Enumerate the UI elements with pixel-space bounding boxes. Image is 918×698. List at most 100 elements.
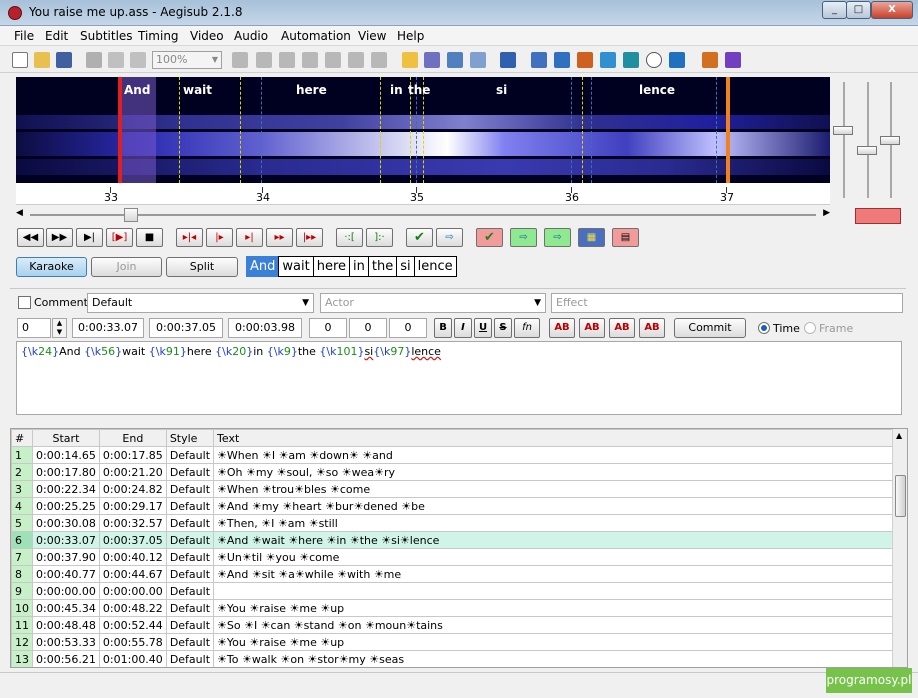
italic-button[interactable]: I — [454, 318, 472, 338]
play-last-button[interactable]: ▸| — [236, 228, 263, 247]
jump-to-icon[interactable] — [86, 52, 102, 68]
menu-file[interactable]: File — [14, 29, 34, 43]
table-row[interactable]: 6 0:00:33.07 0:00:37.05 Default ☀And ☀wait ☀… — [11, 531, 893, 549]
selection-end-marker[interactable] — [726, 77, 730, 183]
style-combo[interactable]: Default ▼ — [87, 293, 314, 313]
subtitle-text-editor[interactable]: {\k24}And {\k56}wait {\k91}here {\k20}in… — [16, 341, 902, 415]
video-zoom-icon[interactable] — [371, 52, 387, 68]
syllable-boundary[interactable] — [179, 77, 180, 183]
medusa-mode-icon[interactable]: ▤ — [612, 228, 639, 247]
play-selection-button[interactable]: ▶| — [76, 228, 103, 247]
kanji-timer-icon[interactable] — [554, 52, 570, 68]
new-file-icon[interactable] — [12, 52, 28, 68]
close-button[interactable]: X — [871, 1, 913, 19]
table-row[interactable]: 2 0:00:17.80 0:00:21.20 Default ☀Oh ☀my ☀sou… — [11, 463, 893, 481]
styles-manager-icon[interactable] — [447, 52, 463, 68]
zoom-combo[interactable]: 100% ▼ — [152, 51, 222, 69]
grid-vertical-scrollbar[interactable]: ▲ — [892, 429, 907, 667]
play-after-button[interactable]: ▸▸ — [266, 228, 293, 247]
menu-help[interactable]: Help — [397, 29, 424, 43]
time-radio[interactable] — [758, 322, 770, 334]
translation-assistant-icon[interactable] — [623, 52, 639, 68]
zoom-in-icon[interactable] — [108, 52, 124, 68]
link-volume-button[interactable] — [855, 208, 901, 224]
margin-vertical-field[interactable]: 0 — [389, 318, 427, 338]
table-row[interactable]: 11 0:00:48.48 0:00:52.44 Default ☀So ☀I ☀can… — [11, 616, 893, 634]
save-file-icon[interactable] — [56, 52, 72, 68]
menu-view[interactable]: View — [358, 29, 386, 43]
table-row[interactable]: 9 0:00:00.00 0:00:00.00 Default — [11, 582, 893, 600]
audio-horizontal-scroll[interactable]: ◀ ▶ — [16, 208, 830, 222]
attachments-icon[interactable] — [500, 52, 516, 68]
auto-next-icon[interactable]: ⇨ — [510, 228, 537, 247]
commit-check-icon[interactable]: ✔ — [406, 228, 433, 247]
karaoke-syllable[interactable]: in — [349, 256, 369, 277]
next-line-button[interactable]: ▶▶ — [46, 228, 73, 247]
minimize-button[interactable]: _ — [822, 1, 847, 19]
menu-timing[interactable]: Timing — [138, 29, 179, 43]
margin-right-field[interactable]: 0 — [349, 318, 387, 338]
vertical-zoom-thumb[interactable] — [833, 126, 853, 135]
karaoke-syllable[interactable]: the — [367, 256, 398, 277]
menu-video[interactable]: Video — [190, 29, 224, 43]
table-row[interactable]: 8 0:00:40.77 0:00:44.67 Default ☀And ☀sit ☀a… — [11, 565, 893, 583]
font-button[interactable]: fn — [514, 318, 540, 338]
column-header-style[interactable]: Style — [165, 429, 215, 447]
layer-field[interactable]: 0 — [17, 318, 51, 338]
scroll-up-icon[interactable]: ▲ — [896, 431, 902, 440]
automation-icon[interactable] — [702, 52, 718, 68]
table-row[interactable]: 1 0:00:14.65 0:00:17.85 Default ☀When ☀I ☀am… — [11, 446, 893, 464]
play-first-button[interactable]: |▸ — [206, 228, 233, 247]
shift-times-icon[interactable] — [577, 52, 593, 68]
karaoke-syllable[interactable]: wait — [278, 256, 314, 277]
zoom-out-icon[interactable] — [130, 52, 146, 68]
margin-left-field[interactable]: 0 — [309, 318, 347, 338]
split-button[interactable]: Split — [166, 257, 238, 277]
vertical-zoom-slider[interactable] — [843, 82, 845, 198]
properties-icon[interactable] — [470, 52, 486, 68]
previous-line-button[interactable]: ◀◀ — [17, 228, 44, 247]
shadow-color-button[interactable]: AB — [639, 318, 665, 338]
primary-color-button[interactable]: AB — [549, 318, 575, 338]
join-button[interactable]: Join — [91, 257, 162, 277]
start-time-field[interactable]: 0:00:33.07 — [72, 318, 144, 338]
karaoke-syllable[interactable]: lence — [413, 256, 457, 277]
auto-scroll-icon[interactable]: ⇨ — [544, 228, 571, 247]
menu-subtitles[interactable]: Subtitles — [80, 29, 133, 43]
frame-radio[interactable] — [804, 322, 816, 334]
spin-up-icon[interactable]: ▲ — [57, 319, 62, 327]
syllable-boundary[interactable] — [380, 77, 381, 183]
underline-button[interactable]: U — [474, 318, 492, 338]
column-header-end[interactable]: End — [98, 429, 167, 447]
actor-combo[interactable]: Actor ▼ — [320, 293, 546, 313]
syllable-boundary[interactable] — [582, 77, 583, 183]
spectrum-mode-icon[interactable]: ▦ — [578, 228, 605, 247]
selection-start-marker[interactable] — [118, 77, 122, 183]
column-header-text[interactable]: Text — [213, 429, 893, 447]
karaoke-syllable[interactable]: si — [396, 256, 415, 277]
open-file-icon[interactable] — [34, 52, 50, 68]
strikeout-button[interactable]: S — [494, 318, 512, 338]
karaoke-syllable[interactable]: And — [246, 256, 280, 277]
play-to-end-button[interactable]: |▸▸ — [296, 228, 323, 247]
snap-end-icon[interactable] — [302, 52, 318, 68]
effect-field[interactable]: Effect — [551, 293, 903, 313]
table-row[interactable]: 12 0:00:53.33 0:00:55.78 Default ☀You ☀raise… — [11, 633, 893, 651]
auto-commit-icon[interactable]: ✔ — [476, 228, 503, 247]
find-icon[interactable] — [402, 52, 418, 68]
volume-slider[interactable] — [867, 82, 869, 198]
table-row[interactable]: 10 0:00:45.34 0:00:48.22 Default ☀You ☀raise… — [11, 599, 893, 617]
video-details-icon[interactable] — [348, 52, 364, 68]
outline-color-button[interactable]: AB — [609, 318, 635, 338]
resample-icon[interactable] — [600, 52, 616, 68]
table-row[interactable]: 4 0:00:25.25 0:00:29.17 Default ☀And ☀my ☀he… — [11, 497, 893, 515]
spin-down-icon[interactable]: ▼ — [57, 328, 62, 336]
layer-spin-button[interactable]: ▲ ▼ — [52, 318, 67, 338]
spell-checker-icon[interactable] — [669, 52, 685, 68]
replace-icon[interactable] — [424, 52, 440, 68]
menu-edit[interactable]: Edit — [45, 29, 68, 43]
play-before-button[interactable]: ▸|◂ — [176, 228, 203, 247]
stop-button[interactable]: ■ — [136, 228, 163, 247]
commit-button[interactable]: Commit — [674, 318, 746, 338]
maximize-button[interactable]: □ — [846, 1, 871, 19]
